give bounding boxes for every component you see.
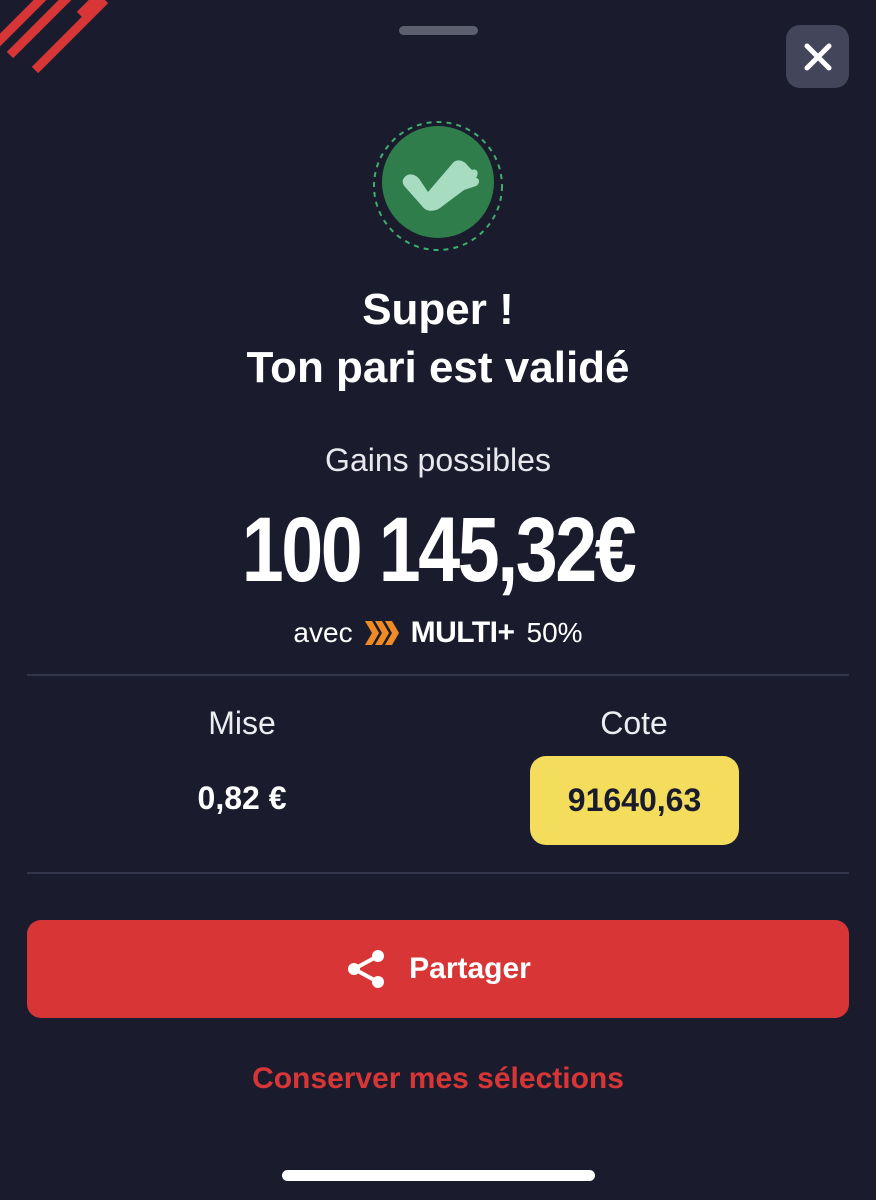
- boost-brand: MULTI+: [410, 616, 515, 649]
- boost-info: avec MULTI+ 50%: [0, 616, 876, 650]
- chevrons-icon: [364, 621, 399, 645]
- share-icon: [348, 950, 385, 988]
- stake-value: 0,82 €: [197, 780, 287, 816]
- home-indicator[interactable]: [282, 1170, 595, 1181]
- close-icon: [804, 43, 831, 70]
- potential-gains-label: Gains possibles: [325, 442, 551, 478]
- bet-confirmation-sheet: Super ! Ton pari est validé Gains possib…: [0, 0, 876, 1200]
- odds-label: Cote: [600, 705, 668, 741]
- odds-value: 91640,63: [567, 782, 702, 818]
- confirmation-title: Super !: [362, 285, 514, 334]
- divider: [27, 674, 849, 676]
- keep-selections-link[interactable]: Conserver mes sélections: [0, 1062, 876, 1096]
- stake-label: Mise: [208, 705, 276, 741]
- boost-percent: 50%: [526, 617, 583, 648]
- decorative-stripes: [0, 0, 109, 74]
- potential-gains-amount: 100 145,32€: [241, 499, 637, 601]
- boost-prefix: avec: [293, 617, 353, 648]
- close-button[interactable]: [786, 25, 849, 88]
- confirmation-subtitle: Ton pari est validé: [246, 343, 630, 392]
- divider: [27, 872, 849, 874]
- share-button-label: Partager: [409, 952, 531, 985]
- check-shaka-icon: [373, 121, 503, 251]
- share-button[interactable]: Partager: [27, 920, 849, 1018]
- sheet-grabber[interactable]: [399, 26, 478, 35]
- odds-badge: 91640,63: [530, 756, 739, 845]
